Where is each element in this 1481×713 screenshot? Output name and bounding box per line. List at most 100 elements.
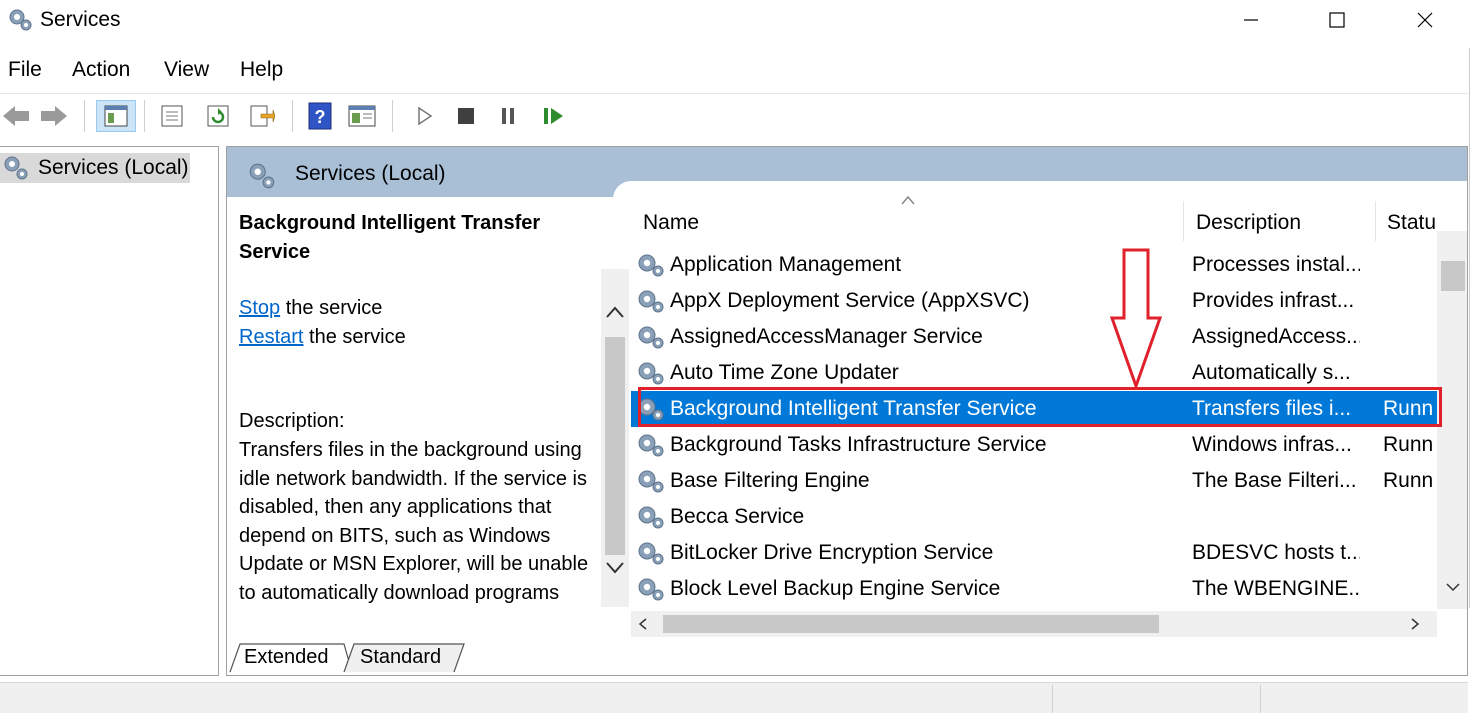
column-header-status[interactable]: Statu — [1387, 211, 1437, 235]
menu-file[interactable]: File — [8, 58, 42, 82]
properties-button[interactable] — [156, 100, 188, 132]
service-name: Block Level Backup Engine Service — [670, 577, 1001, 600]
scroll-up-icon[interactable] — [605, 305, 625, 319]
menu-action[interactable]: Action — [72, 58, 130, 82]
menu-view[interactable]: View — [164, 58, 209, 82]
service-row[interactable]: Background Tasks Infrastructure Service W… — [631, 427, 1437, 463]
service-icon — [637, 251, 665, 284]
service-icon — [637, 467, 665, 500]
forward-button[interactable] — [38, 100, 70, 132]
description-label: Description: — [239, 410, 345, 433]
scroll-right-icon[interactable] — [1409, 617, 1421, 631]
action-restart-text: the service — [303, 325, 406, 348]
tree-node-services-local[interactable]: Services (Local) — [0, 153, 190, 183]
start-service-button[interactable] — [408, 100, 440, 132]
column-header-name[interactable]: Name — [643, 211, 699, 235]
console-tree: Services (Local) — [0, 146, 219, 676]
stop-service-button[interactable] — [450, 100, 482, 132]
service-name: AppX Deployment Service (AppXSVC) — [670, 289, 1030, 312]
service-gear-icon — [638, 398, 664, 421]
description-text: Transfers files in the background using … — [239, 438, 589, 604]
service-row[interactable]: Block Level Backup Engine Service The WBE… — [631, 571, 1437, 607]
view-tabs: Extended Standard — [226, 642, 526, 676]
selected-service-title: Background Intelligent Transfer Service — [239, 212, 541, 263]
restart-service-link[interactable]: Restart — [239, 326, 303, 348]
column-header-description[interactable]: Description — [1196, 211, 1301, 235]
tab-extended[interactable]: Extended — [244, 646, 329, 669]
stop-service-icon — [458, 108, 474, 124]
tab-standard[interactable]: Standard — [360, 646, 441, 669]
service-row[interactable]: Application Management Processes instal..… — [631, 247, 1437, 283]
stop-service-link[interactable]: Stop — [239, 297, 280, 319]
minimize-icon — [1244, 19, 1258, 21]
close-button[interactable] — [1390, 0, 1460, 40]
scroll-left-icon[interactable] — [637, 617, 649, 631]
svg-text:?: ? — [315, 107, 326, 127]
sort-ascending-icon — [901, 195, 915, 205]
main-header-title: Services (Local) — [295, 162, 446, 185]
services-main-pane: Services (Local) Background Intelligent … — [226, 146, 1468, 676]
status-bar — [0, 682, 1468, 713]
action-stop: Stop the service — [239, 294, 589, 323]
service-icon — [637, 359, 665, 392]
export-list-icon — [250, 105, 275, 127]
annotation-down-arrow-icon — [1109, 248, 1163, 390]
service-name: Auto Time Zone Updater — [670, 361, 899, 384]
list-header-notch — [613, 181, 1467, 201]
start-service-icon — [418, 106, 433, 126]
scroll-down-icon[interactable] — [1445, 581, 1461, 593]
service-gear-icon — [638, 326, 664, 349]
toolbar: ? — [0, 93, 1468, 137]
toolbar-separator — [84, 100, 85, 132]
service-row[interactable]: Becca Service — [631, 499, 1437, 535]
service-description: Provides infrast... — [1192, 289, 1355, 312]
service-row[interactable]: Background Intelligent Transfer Service T… — [631, 391, 1437, 427]
service-description: Windows infras... — [1192, 433, 1352, 456]
service-row[interactable]: Base Filtering Engine The Base Filteri...… — [631, 463, 1437, 499]
list-horizontal-scroll-thumb[interactable] — [663, 615, 1159, 633]
service-description: The Base Filteri... — [1192, 469, 1357, 492]
status-bar-divider — [1052, 685, 1053, 713]
help-button[interactable]: ? — [304, 100, 336, 132]
service-gear-icon — [638, 506, 664, 529]
back-button[interactable] — [0, 100, 32, 132]
column-separator[interactable] — [1183, 201, 1184, 241]
service-name: Application Management — [670, 253, 902, 276]
service-icon — [637, 431, 665, 464]
export-list-button[interactable] — [246, 100, 278, 132]
window-title: Services — [40, 8, 121, 31]
service-gear-icon — [638, 578, 664, 601]
scroll-down-icon[interactable] — [605, 561, 625, 575]
service-name: Becca Service — [670, 505, 805, 528]
maximize-icon — [1329, 12, 1345, 28]
pause-service-button[interactable] — [492, 100, 524, 132]
service-description: The WBENGINE... — [1192, 577, 1360, 600]
service-icon — [637, 323, 665, 356]
service-icon — [637, 395, 665, 428]
service-row[interactable]: BitLocker Drive Encryption Service BDESVC… — [631, 535, 1437, 571]
service-description: AssignedAccess... — [1192, 325, 1360, 348]
show-action-pane-icon — [348, 105, 376, 127]
list-vertical-scrollbar[interactable] — [1437, 231, 1467, 609]
minimize-button[interactable] — [1216, 0, 1286, 40]
show-action-pane-button[interactable] — [346, 100, 378, 132]
description-scroll-thumb[interactable] — [605, 337, 625, 555]
description-scrollbar[interactable] — [601, 269, 629, 607]
column-separator[interactable] — [1375, 201, 1376, 241]
menu-help[interactable]: Help — [240, 58, 283, 82]
service-row[interactable]: AssignedAccessManager Service AssignedAcc… — [631, 319, 1437, 355]
list-horizontal-scrollbar[interactable] — [631, 611, 1437, 637]
service-row[interactable]: Auto Time Zone Updater Automatically s... — [631, 355, 1437, 391]
close-icon — [1417, 12, 1433, 28]
service-gear-icon — [638, 434, 664, 457]
list-vertical-scroll-thumb[interactable] — [1441, 261, 1465, 291]
service-gear-icon — [638, 542, 664, 565]
pause-service-icon — [502, 108, 514, 124]
restart-service-button[interactable] — [538, 100, 570, 132]
service-gear-icon — [638, 290, 664, 313]
help-icon: ? — [308, 102, 332, 130]
maximize-button[interactable] — [1302, 0, 1372, 40]
service-row[interactable]: AppX Deployment Service (AppXSVC) Provide… — [631, 283, 1437, 319]
refresh-button[interactable] — [202, 100, 234, 132]
show-hide-console-tree-button[interactable] — [96, 100, 136, 132]
